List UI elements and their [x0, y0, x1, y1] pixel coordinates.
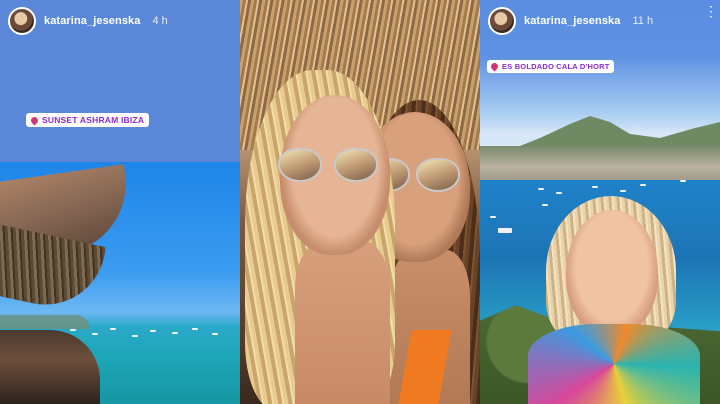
colorful-scarf: [528, 324, 700, 404]
location-sticker[interactable]: SUNSET ASHRAM IBIZA: [26, 113, 150, 127]
location-pin-icon: [489, 61, 500, 72]
boat: [192, 328, 198, 330]
story-panel-3[interactable]: katarina_jesenska 11 h ⋮ ES BOLDADO CALA…: [480, 0, 720, 404]
username[interactable]: katarina_jesenska: [524, 15, 621, 27]
boat: [92, 333, 98, 335]
post-time: 11 h: [632, 15, 654, 27]
location-label: SUNSET ASHRAM IBIZA: [42, 115, 145, 125]
sunglasses-left: [278, 148, 388, 182]
story-header: katarina_jesenska 4 h: [8, 6, 168, 36]
location-pin-icon: [29, 115, 40, 125]
boat: [172, 332, 178, 334]
boat: [110, 328, 116, 330]
boat: [70, 329, 76, 331]
more-vertical-icon[interactable]: ⋮: [704, 4, 718, 26]
boat: [132, 335, 138, 337]
boat: [150, 330, 156, 332]
person-face: [566, 210, 658, 336]
location-label: ES BOLDADO CALA D'HORT: [502, 62, 610, 71]
location-sticker[interactable]: ES BOLDADO CALA D'HORT: [487, 60, 614, 73]
post-time: 4 h: [152, 15, 168, 27]
headland: [0, 315, 90, 329]
profile-avatar[interactable]: [488, 7, 516, 35]
story-panel-2[interactable]: [240, 0, 480, 404]
username[interactable]: katarina_jesenska: [44, 15, 141, 27]
story-header: katarina_jesenska 11 h: [488, 6, 653, 36]
person-left-body: [295, 240, 390, 404]
story-panel-1[interactable]: katarina_jesenska 4 h SUNSET ASHRAM IBIZ…: [0, 0, 240, 404]
boat: [212, 333, 218, 335]
profile-avatar[interactable]: [8, 7, 36, 35]
